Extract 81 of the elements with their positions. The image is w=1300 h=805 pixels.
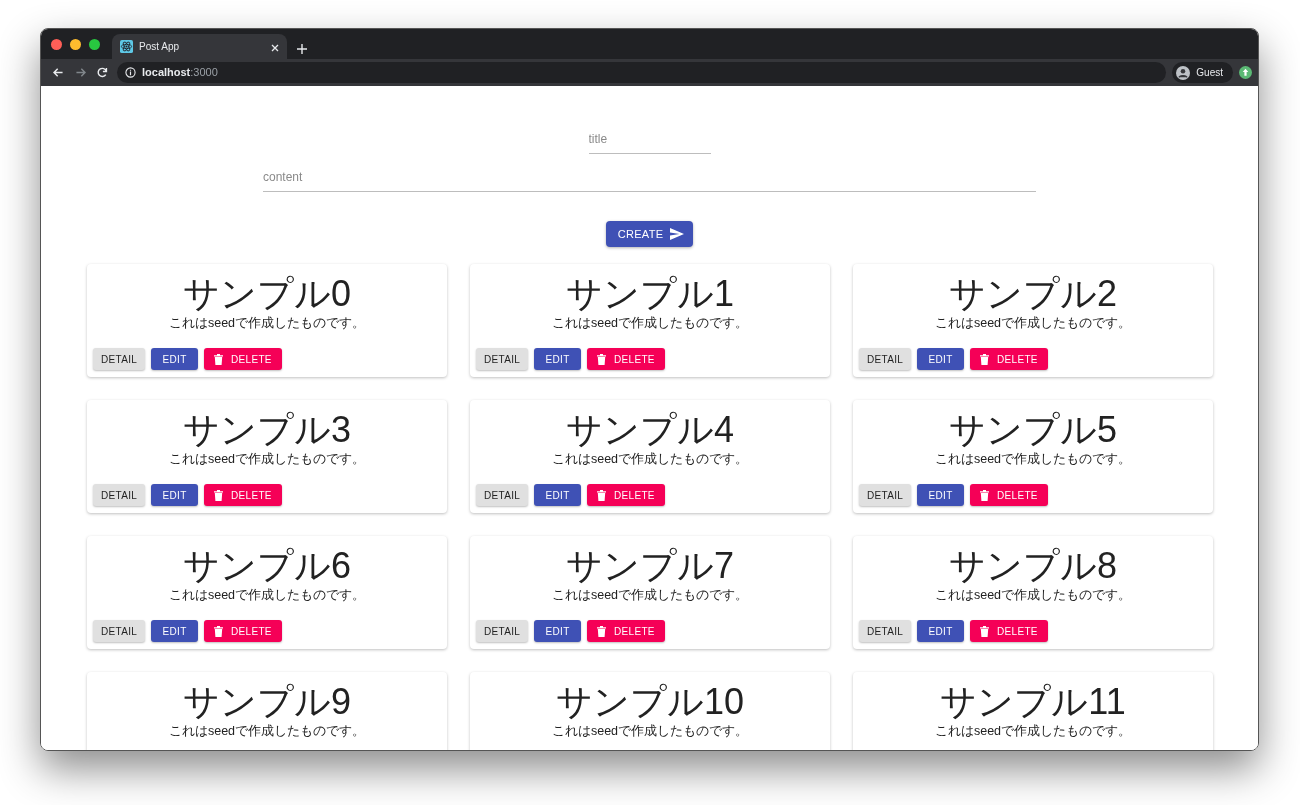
url-text: localhost:3000 bbox=[142, 65, 218, 81]
browser-tab[interactable]: Post App bbox=[112, 34, 287, 59]
post-title: サンプル5 bbox=[948, 408, 1118, 452]
delete-button[interactable]: DELETE bbox=[204, 620, 282, 642]
plus-icon bbox=[297, 43, 307, 54]
reload-icon bbox=[95, 66, 109, 79]
edit-button[interactable]: EDIT bbox=[534, 620, 582, 642]
trash-icon bbox=[980, 625, 990, 637]
trash-icon bbox=[980, 489, 990, 501]
edit-button[interactable]: EDIT bbox=[534, 484, 582, 506]
edit-button[interactable]: EDIT bbox=[917, 348, 965, 370]
post-content: これはseedで作成したものです。 bbox=[550, 452, 750, 467]
delete-button[interactable]: DELETE bbox=[970, 484, 1048, 506]
detail-button[interactable]: DETAIL bbox=[93, 348, 146, 370]
atom-icon bbox=[120, 40, 133, 53]
post-title: サンプル6 bbox=[182, 544, 352, 588]
post-content: これはseedで作成したものです。 bbox=[933, 316, 1133, 331]
trash-icon bbox=[597, 489, 607, 501]
post-title: サンプル4 bbox=[565, 408, 735, 452]
detail-button[interactable]: DETAIL bbox=[476, 620, 529, 642]
post-title: サンプル1 bbox=[565, 272, 735, 316]
delete-button[interactable]: DELETE bbox=[204, 484, 282, 506]
post-content: これはseedで作成したものです。 bbox=[167, 316, 367, 331]
post-content: これはseedで作成したものです。 bbox=[167, 724, 367, 739]
detail-button[interactable]: DETAIL bbox=[476, 484, 529, 506]
edit-button[interactable]: EDIT bbox=[151, 348, 199, 370]
delete-button[interactable]: DELETE bbox=[587, 484, 665, 506]
title-field[interactable]: title bbox=[588, 126, 711, 154]
detail-button[interactable]: DETAIL bbox=[476, 348, 529, 370]
delete-button[interactable]: DELETE bbox=[970, 620, 1048, 642]
post-title: サンプル7 bbox=[565, 544, 735, 588]
profile-button[interactable]: Guest bbox=[1172, 62, 1233, 83]
post-content: これはseedで作成したものです。 bbox=[167, 588, 367, 603]
trash-icon bbox=[597, 353, 607, 365]
post-title: サンプル10 bbox=[554, 680, 745, 724]
post-content: これはseedで作成したものです。 bbox=[933, 588, 1133, 603]
post-title: サンプル3 bbox=[182, 408, 352, 452]
detail-button[interactable]: DETAIL bbox=[859, 484, 912, 506]
post-title: サンプル2 bbox=[948, 272, 1118, 316]
edit-button[interactable]: EDIT bbox=[534, 348, 582, 370]
detail-button[interactable]: DETAIL bbox=[93, 620, 146, 642]
close-window-button[interactable] bbox=[51, 38, 62, 50]
send-icon bbox=[670, 228, 685, 240]
delete-button[interactable]: DELETE bbox=[587, 348, 665, 370]
edit-button[interactable]: EDIT bbox=[917, 484, 965, 506]
tab-title: Post App bbox=[139, 40, 181, 54]
info-icon bbox=[125, 67, 136, 78]
edit-button[interactable]: EDIT bbox=[151, 620, 199, 642]
person-icon bbox=[1176, 65, 1191, 80]
post-title: サンプル9 bbox=[182, 680, 352, 724]
create-button[interactable]: CREATE bbox=[605, 221, 694, 247]
minimize-window-button[interactable] bbox=[70, 38, 81, 50]
content-field[interactable]: content bbox=[263, 164, 1036, 192]
post-title: サンプル8 bbox=[948, 544, 1118, 588]
post-content: これはseedで作成したものです。 bbox=[550, 316, 750, 331]
maximize-window-button[interactable] bbox=[89, 38, 100, 50]
edit-button[interactable]: EDIT bbox=[917, 620, 965, 642]
trash-icon bbox=[980, 353, 990, 365]
post-content: これはseedで作成したものです。 bbox=[167, 452, 367, 467]
delete-button[interactable]: DELETE bbox=[970, 348, 1048, 370]
trash-icon bbox=[597, 625, 607, 637]
detail-button[interactable]: DETAIL bbox=[859, 620, 912, 642]
close-icon bbox=[271, 43, 279, 52]
post-title: サンプル0 bbox=[182, 272, 352, 316]
post-content: これはseedで作成したものです。 bbox=[933, 452, 1133, 467]
edit-button[interactable]: EDIT bbox=[151, 484, 199, 506]
trash-icon bbox=[214, 489, 224, 501]
detail-button[interactable]: DETAIL bbox=[859, 348, 912, 370]
post-content: これはseedで作成したものです。 bbox=[550, 588, 750, 603]
trash-icon bbox=[214, 625, 224, 637]
trash-icon bbox=[214, 353, 224, 365]
post-content: これはseedで作成したものです。 bbox=[933, 724, 1133, 739]
arrow-right-icon bbox=[73, 66, 87, 79]
post-content: これはseedで作成したものです。 bbox=[550, 724, 750, 739]
delete-button[interactable]: DELETE bbox=[204, 348, 282, 370]
post-title: サンプル11 bbox=[939, 680, 1127, 724]
delete-button[interactable]: DELETE bbox=[587, 620, 665, 642]
arrow-left-icon bbox=[51, 66, 65, 79]
detail-button[interactable]: DETAIL bbox=[93, 484, 146, 506]
address-bar[interactable]: localhost:3000 bbox=[117, 62, 1167, 83]
update-icon[interactable] bbox=[1239, 66, 1252, 79]
